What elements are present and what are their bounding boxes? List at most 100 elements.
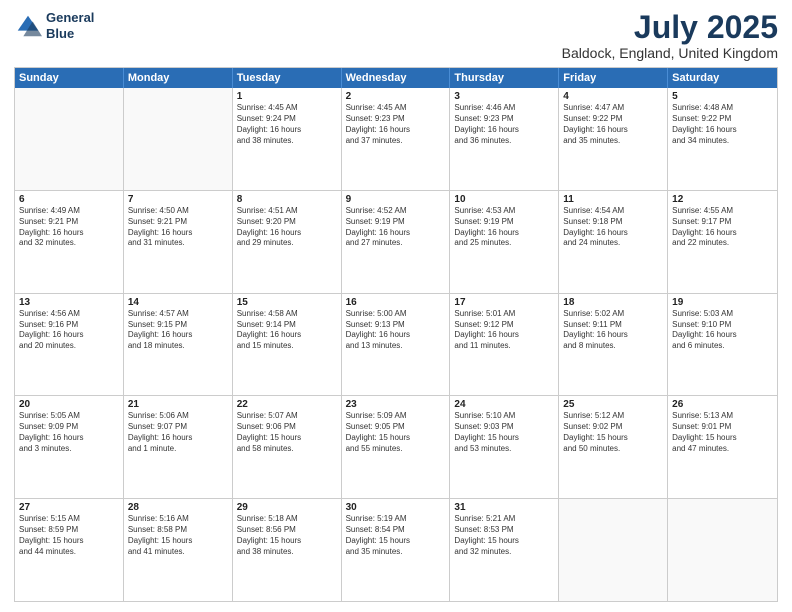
calendar-cell: 14Sunrise: 4:57 AM Sunset: 9:15 PM Dayli… [124,294,233,396]
day-number: 10 [454,194,554,205]
day-number: 17 [454,297,554,308]
day-number: 27 [19,502,119,513]
cell-info: Sunrise: 4:58 AM Sunset: 9:14 PM Dayligh… [237,309,337,352]
cell-info: Sunrise: 5:21 AM Sunset: 8:53 PM Dayligh… [454,514,554,557]
day-number: 25 [563,399,663,410]
day-number: 16 [346,297,446,308]
cell-info: Sunrise: 4:57 AM Sunset: 9:15 PM Dayligh… [128,309,228,352]
cell-info: Sunrise: 5:18 AM Sunset: 8:56 PM Dayligh… [237,514,337,557]
calendar-cell: 8Sunrise: 4:51 AM Sunset: 9:20 PM Daylig… [233,191,342,293]
day-number: 12 [672,194,773,205]
cell-info: Sunrise: 4:54 AM Sunset: 9:18 PM Dayligh… [563,206,663,249]
calendar-week: 27Sunrise: 5:15 AM Sunset: 8:59 PM Dayli… [15,499,777,601]
calendar-cell: 18Sunrise: 5:02 AM Sunset: 9:11 PM Dayli… [559,294,668,396]
calendar-cell [559,499,668,601]
cell-info: Sunrise: 4:47 AM Sunset: 9:22 PM Dayligh… [563,103,663,146]
cell-info: Sunrise: 4:50 AM Sunset: 9:21 PM Dayligh… [128,206,228,249]
weekday-header: Friday [559,68,668,88]
calendar-cell: 22Sunrise: 5:07 AM Sunset: 9:06 PM Dayli… [233,396,342,498]
calendar-week: 13Sunrise: 4:56 AM Sunset: 9:16 PM Dayli… [15,294,777,397]
calendar-cell: 20Sunrise: 5:05 AM Sunset: 9:09 PM Dayli… [15,396,124,498]
weekday-header: Wednesday [342,68,451,88]
weekday-header: Tuesday [233,68,342,88]
title-block: July 2025 Baldock, England, United Kingd… [562,10,778,61]
day-number: 2 [346,91,446,102]
day-number: 30 [346,502,446,513]
cell-info: Sunrise: 5:07 AM Sunset: 9:06 PM Dayligh… [237,411,337,454]
calendar-cell: 26Sunrise: 5:13 AM Sunset: 9:01 PM Dayli… [668,396,777,498]
cell-info: Sunrise: 5:02 AM Sunset: 9:11 PM Dayligh… [563,309,663,352]
day-number: 20 [19,399,119,410]
calendar-cell: 28Sunrise: 5:16 AM Sunset: 8:58 PM Dayli… [124,499,233,601]
day-number: 29 [237,502,337,513]
cell-info: Sunrise: 4:49 AM Sunset: 9:21 PM Dayligh… [19,206,119,249]
calendar-cell: 2Sunrise: 4:45 AM Sunset: 9:23 PM Daylig… [342,88,451,190]
cell-info: Sunrise: 5:00 AM Sunset: 9:13 PM Dayligh… [346,309,446,352]
calendar-cell: 13Sunrise: 4:56 AM Sunset: 9:16 PM Dayli… [15,294,124,396]
day-number: 31 [454,502,554,513]
cell-info: Sunrise: 5:06 AM Sunset: 9:07 PM Dayligh… [128,411,228,454]
cell-info: Sunrise: 5:15 AM Sunset: 8:59 PM Dayligh… [19,514,119,557]
day-number: 13 [19,297,119,308]
day-number: 5 [672,91,773,102]
day-number: 22 [237,399,337,410]
cell-info: Sunrise: 5:05 AM Sunset: 9:09 PM Dayligh… [19,411,119,454]
calendar-cell: 30Sunrise: 5:19 AM Sunset: 8:54 PM Dayli… [342,499,451,601]
calendar-cell: 29Sunrise: 5:18 AM Sunset: 8:56 PM Dayli… [233,499,342,601]
calendar-cell: 31Sunrise: 5:21 AM Sunset: 8:53 PM Dayli… [450,499,559,601]
calendar-cell: 16Sunrise: 5:00 AM Sunset: 9:13 PM Dayli… [342,294,451,396]
cell-info: Sunrise: 4:46 AM Sunset: 9:23 PM Dayligh… [454,103,554,146]
calendar-cell: 24Sunrise: 5:10 AM Sunset: 9:03 PM Dayli… [450,396,559,498]
cell-info: Sunrise: 4:52 AM Sunset: 9:19 PM Dayligh… [346,206,446,249]
weekday-header: Monday [124,68,233,88]
calendar-cell: 5Sunrise: 4:48 AM Sunset: 9:22 PM Daylig… [668,88,777,190]
weekday-header: Thursday [450,68,559,88]
cell-info: Sunrise: 5:16 AM Sunset: 8:58 PM Dayligh… [128,514,228,557]
cell-info: Sunrise: 4:45 AM Sunset: 9:24 PM Dayligh… [237,103,337,146]
cell-info: Sunrise: 5:01 AM Sunset: 9:12 PM Dayligh… [454,309,554,352]
cell-info: Sunrise: 5:19 AM Sunset: 8:54 PM Dayligh… [346,514,446,557]
day-number: 7 [128,194,228,205]
day-number: 28 [128,502,228,513]
day-number: 11 [563,194,663,205]
day-number: 21 [128,399,228,410]
cell-info: Sunrise: 4:48 AM Sunset: 9:22 PM Dayligh… [672,103,773,146]
day-number: 8 [237,194,337,205]
header: General Blue July 2025 Baldock, England,… [14,10,778,61]
calendar-week: 6Sunrise: 4:49 AM Sunset: 9:21 PM Daylig… [15,191,777,294]
calendar-cell: 3Sunrise: 4:46 AM Sunset: 9:23 PM Daylig… [450,88,559,190]
cell-info: Sunrise: 5:13 AM Sunset: 9:01 PM Dayligh… [672,411,773,454]
cell-info: Sunrise: 5:10 AM Sunset: 9:03 PM Dayligh… [454,411,554,454]
cell-info: Sunrise: 4:56 AM Sunset: 9:16 PM Dayligh… [19,309,119,352]
calendar-cell [124,88,233,190]
calendar-cell [668,499,777,601]
subtitle: Baldock, England, United Kingdom [562,45,778,61]
calendar-cell: 1Sunrise: 4:45 AM Sunset: 9:24 PM Daylig… [233,88,342,190]
cell-info: Sunrise: 4:51 AM Sunset: 9:20 PM Dayligh… [237,206,337,249]
day-number: 9 [346,194,446,205]
calendar: SundayMondayTuesdayWednesdayThursdayFrid… [14,67,778,602]
cell-info: Sunrise: 5:12 AM Sunset: 9:02 PM Dayligh… [563,411,663,454]
day-number: 26 [672,399,773,410]
cell-info: Sunrise: 4:53 AM Sunset: 9:19 PM Dayligh… [454,206,554,249]
logo-text: General Blue [46,10,94,41]
calendar-cell: 23Sunrise: 5:09 AM Sunset: 9:05 PM Dayli… [342,396,451,498]
calendar-header: SundayMondayTuesdayWednesdayThursdayFrid… [15,68,777,88]
weekday-header: Saturday [668,68,777,88]
logo-icon [14,12,42,40]
calendar-cell: 9Sunrise: 4:52 AM Sunset: 9:19 PM Daylig… [342,191,451,293]
calendar-cell: 4Sunrise: 4:47 AM Sunset: 9:22 PM Daylig… [559,88,668,190]
day-number: 24 [454,399,554,410]
cell-info: Sunrise: 4:45 AM Sunset: 9:23 PM Dayligh… [346,103,446,146]
day-number: 14 [128,297,228,308]
calendar-cell [15,88,124,190]
calendar-cell: 15Sunrise: 4:58 AM Sunset: 9:14 PM Dayli… [233,294,342,396]
calendar-cell: 12Sunrise: 4:55 AM Sunset: 9:17 PM Dayli… [668,191,777,293]
cell-info: Sunrise: 4:55 AM Sunset: 9:17 PM Dayligh… [672,206,773,249]
day-number: 1 [237,91,337,102]
calendar-cell: 21Sunrise: 5:06 AM Sunset: 9:07 PM Dayli… [124,396,233,498]
calendar-week: 20Sunrise: 5:05 AM Sunset: 9:09 PM Dayli… [15,396,777,499]
calendar-cell: 6Sunrise: 4:49 AM Sunset: 9:21 PM Daylig… [15,191,124,293]
calendar-cell: 19Sunrise: 5:03 AM Sunset: 9:10 PM Dayli… [668,294,777,396]
day-number: 18 [563,297,663,308]
